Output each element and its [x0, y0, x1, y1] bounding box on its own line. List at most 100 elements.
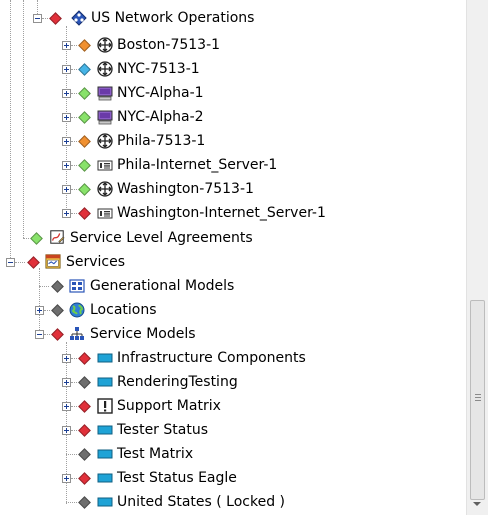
tree-node-device[interactable]: NYC-Alpha-2 — [0, 105, 466, 129]
thumb-grip — [475, 400, 481, 401]
scroll-down-arrow-icon[interactable] — [473, 502, 481, 506]
router-icon — [97, 61, 113, 77]
router-icon — [97, 37, 113, 53]
status-diamond-icon — [78, 448, 91, 461]
tree-connector — [66, 502, 77, 503]
tree-node-device[interactable]: NYC-7513-1 — [0, 57, 466, 81]
node-label: Phila-7513-1 — [117, 133, 206, 149]
tree-connector — [71, 406, 77, 407]
tree-connector — [71, 358, 77, 359]
tree-connector — [66, 454, 77, 455]
service-bar-icon — [97, 449, 113, 459]
vertical-scrollbar[interactable] — [466, 0, 488, 515]
expand-toggle[interactable] — [35, 306, 44, 315]
expand-toggle[interactable] — [62, 185, 71, 194]
tree-connector — [15, 262, 25, 263]
scrollbar-thumb[interactable] — [470, 300, 485, 500]
status-diamond-icon — [78, 352, 91, 365]
status-diamond-icon — [30, 232, 43, 245]
tree-node-service-model[interactable]: Infrastructure Components — [0, 346, 466, 370]
collapse-toggle[interactable] — [33, 14, 42, 23]
node-label: NYC-7513-1 — [117, 61, 200, 77]
expand-toggle[interactable] — [62, 402, 71, 411]
status-diamond-icon — [78, 159, 91, 172]
tree-connector — [71, 478, 77, 479]
tree-node-service-model[interactable]: Test Status Eagle — [0, 466, 466, 490]
tree-node-service-model[interactable]: RenderingTesting — [0, 370, 466, 394]
tree-node-services[interactable]: Services — [0, 250, 466, 274]
status-diamond-icon — [78, 424, 91, 437]
expand-toggle[interactable] — [62, 41, 71, 50]
tree-connector — [71, 93, 77, 94]
node-label: Tester Status — [117, 422, 208, 438]
node-label: United States ( Locked ) — [117, 494, 285, 510]
status-diamond-icon — [78, 39, 91, 52]
tree-node-device[interactable]: Washington-7513-1 — [0, 177, 466, 201]
tree-node-device[interactable]: NYC-Alpha-1 — [0, 81, 466, 105]
router-icon — [97, 133, 113, 149]
service-bar-icon — [97, 425, 113, 435]
tree-connector — [71, 189, 77, 190]
tree-node-generational-models[interactable]: Generational Models — [0, 274, 466, 298]
models-grid-icon — [69, 279, 85, 293]
service-bar-icon — [97, 377, 113, 387]
tree-node-service-model[interactable]: United States ( Locked ) — [0, 490, 466, 514]
node-label: Test Status Eagle — [117, 470, 237, 486]
expand-toggle[interactable] — [62, 378, 71, 387]
tree-node-device[interactable]: Phila-7513-1 — [0, 129, 466, 153]
tree-connector — [44, 310, 50, 311]
server-icon — [97, 208, 113, 219]
status-diamond-icon — [51, 328, 64, 341]
expand-toggle[interactable] — [62, 354, 71, 363]
tree-node-service-model[interactable]: Test Matrix — [0, 442, 466, 466]
status-diamond-icon — [51, 280, 64, 293]
topology-tree[interactable]: US Network Operations Boston-7513-1 NYC-… — [0, 0, 466, 515]
tree-connector — [39, 286, 49, 287]
tree-connector — [71, 213, 77, 214]
tree-node-device[interactable]: Phila-Internet_Server-1 — [0, 153, 466, 177]
tree-node-device[interactable]: Washington-Internet_Server-1 — [0, 201, 466, 225]
tree-node-locations[interactable]: Locations — [0, 298, 466, 322]
expand-toggle[interactable] — [62, 209, 71, 218]
status-diamond-icon — [51, 304, 64, 317]
node-label: Service Level Agreements — [70, 230, 253, 246]
node-label: Generational Models — [90, 278, 235, 294]
expand-toggle[interactable] — [62, 65, 71, 74]
expand-toggle[interactable] — [62, 113, 71, 122]
tree-node-service-model[interactable]: Tester Status — [0, 418, 466, 442]
expand-toggle[interactable] — [62, 161, 71, 170]
tree-connector — [71, 382, 77, 383]
router-icon — [97, 181, 113, 197]
tree-node-service-models[interactable]: Service Models — [0, 322, 466, 346]
tree-node-us-network-operations[interactable]: US Network Operations — [0, 6, 466, 30]
node-label: Service Models — [90, 326, 196, 342]
status-diamond-icon — [78, 135, 91, 148]
expand-toggle[interactable] — [62, 137, 71, 146]
status-diamond-icon — [78, 400, 91, 413]
expand-toggle[interactable] — [62, 89, 71, 98]
node-label: Washington-7513-1 — [117, 181, 254, 197]
collapse-toggle[interactable] — [35, 330, 44, 339]
tree-node-service-model[interactable]: Support Matrix — [0, 394, 466, 418]
server-icon — [97, 160, 113, 171]
node-label: Washington-Internet_Server-1 — [117, 205, 326, 221]
tree-node-device[interactable]: Boston-7513-1 — [0, 33, 466, 57]
status-diamond-icon — [78, 472, 91, 485]
status-diamond-icon — [78, 207, 91, 220]
collapse-toggle[interactable] — [6, 258, 15, 267]
node-label: RenderingTesting — [117, 374, 238, 390]
workstation-icon — [97, 110, 113, 125]
globe-icon — [69, 302, 85, 318]
status-diamond-icon — [78, 111, 91, 124]
status-diamond-icon — [78, 87, 91, 100]
status-diamond-icon — [78, 63, 91, 76]
tree-connector — [44, 334, 50, 335]
tree-connector — [71, 141, 77, 142]
thumb-grip — [475, 397, 481, 398]
expand-toggle[interactable] — [62, 426, 71, 435]
status-diamond-icon — [27, 256, 40, 269]
tree-connector — [71, 165, 77, 166]
expand-toggle[interactable] — [62, 474, 71, 483]
tree-node-service-level-agreements[interactable]: Service Level Agreements — [0, 226, 466, 250]
node-label: NYC-Alpha-1 — [117, 85, 204, 101]
